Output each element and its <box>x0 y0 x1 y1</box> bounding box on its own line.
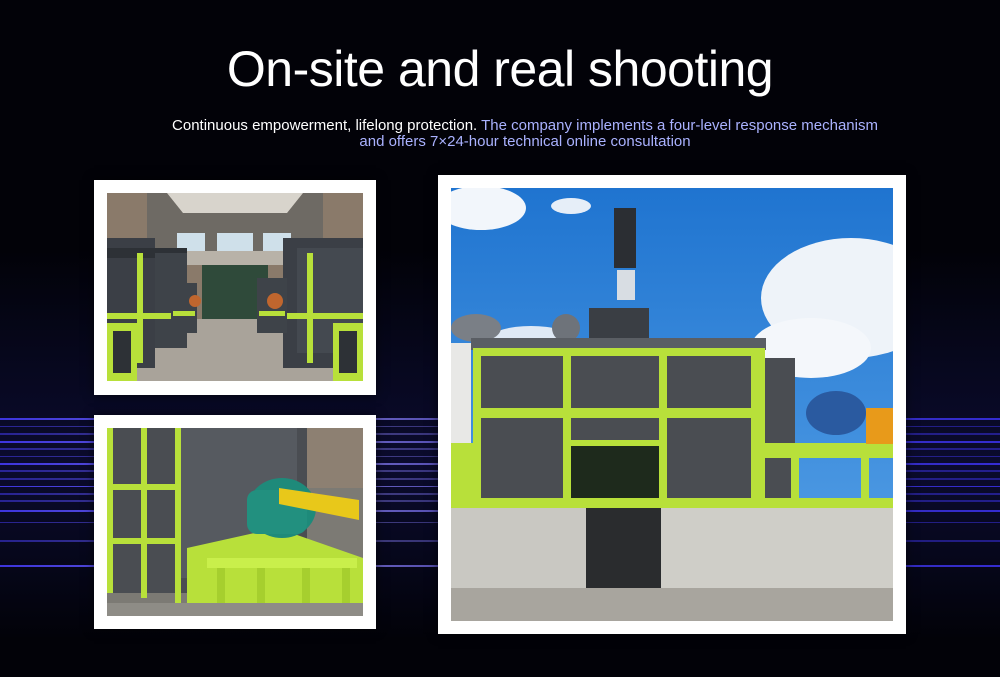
photo-machine-gearbox <box>107 428 363 616</box>
photo-frame-outdoor-installation <box>438 175 906 634</box>
subtitle-plain: Continuous empowerment, lifelong protect… <box>172 117 482 134</box>
page-title: On-site and real shooting <box>226 41 774 97</box>
photo-warehouse-interior <box>107 193 363 381</box>
photo-frame-machine-closeup <box>94 415 376 629</box>
photo-frame-warehouse <box>94 180 376 395</box>
page-subtitle: Continuous empowerment, lifelong protect… <box>160 118 890 150</box>
photo-outdoor-installation <box>451 188 893 621</box>
